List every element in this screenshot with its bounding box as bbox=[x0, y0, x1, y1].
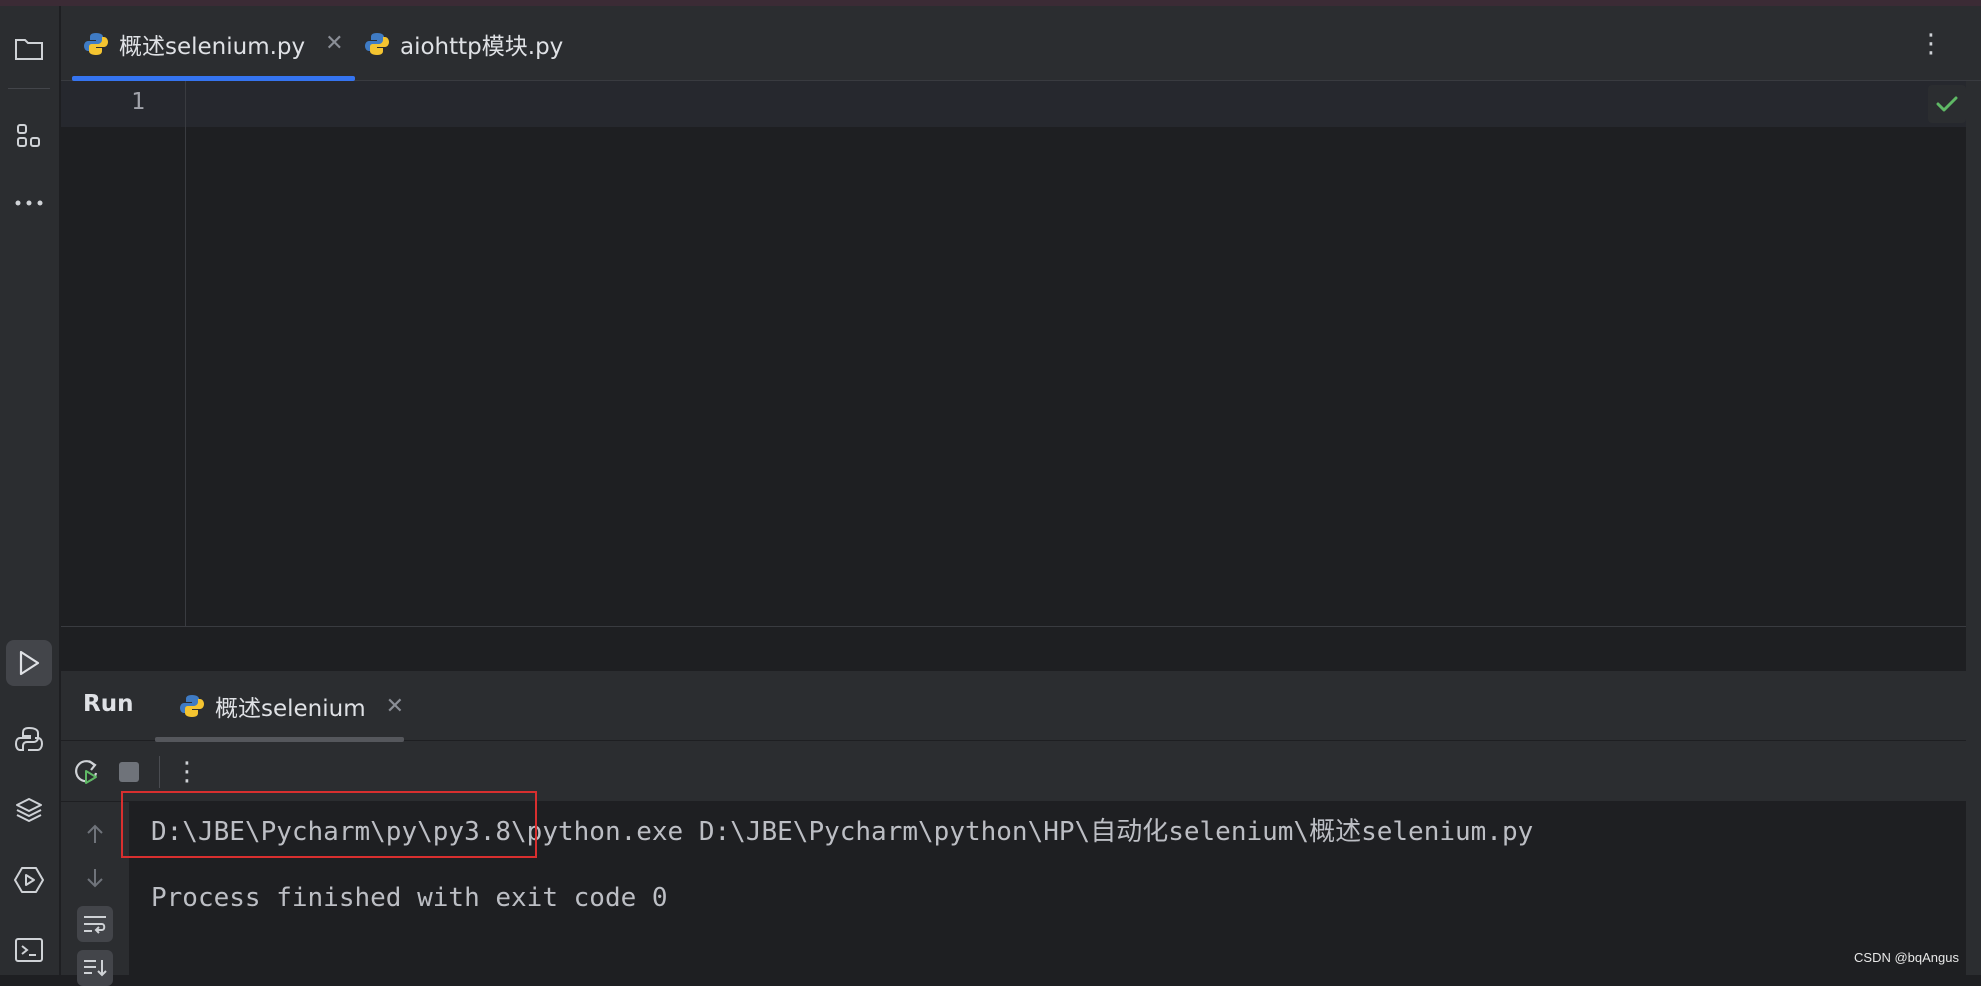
editor-tab-active[interactable]: 概述selenium.py ✕ bbox=[83, 6, 344, 81]
editor-footer bbox=[61, 626, 1966, 671]
current-line-highlight bbox=[61, 81, 1966, 127]
arrow-up-icon[interactable] bbox=[77, 816, 113, 852]
editor-gutter: 1 bbox=[61, 81, 186, 626]
console-line: D:\JBE\Pycharm\py\py3.8\python.exe D:\JB… bbox=[151, 811, 1533, 848]
arrow-down-icon[interactable] bbox=[77, 860, 113, 896]
services-icon[interactable] bbox=[6, 857, 52, 903]
check-icon[interactable] bbox=[1928, 85, 1966, 123]
console-line: Process finished with exit code 0 bbox=[151, 883, 668, 913]
line-number: 1 bbox=[131, 89, 145, 115]
structure-icon[interactable] bbox=[6, 113, 52, 159]
right-scrollbar-track bbox=[1966, 81, 1981, 975]
run-tab-label: 概述selenium bbox=[215, 689, 366, 723]
tab-label: 概述selenium.py bbox=[119, 27, 305, 61]
run-title: Run bbox=[83, 691, 133, 717]
python-icon bbox=[179, 693, 205, 719]
editor-tab[interactable]: aiohttp模块.py bbox=[364, 6, 563, 81]
close-icon[interactable]: ✕ bbox=[325, 31, 343, 56]
close-icon[interactable]: ✕ bbox=[386, 694, 404, 719]
code-editor[interactable]: 1 bbox=[61, 81, 1966, 626]
run-config-tab[interactable]: 概述selenium ✕ bbox=[179, 671, 404, 741]
soft-wrap-icon[interactable] bbox=[77, 906, 113, 942]
scroll-to-end-icon[interactable] bbox=[77, 950, 113, 986]
sidebar-divider bbox=[8, 88, 50, 89]
tab-label: aiohttp模块.py bbox=[400, 27, 563, 61]
rerun-icon[interactable] bbox=[69, 754, 105, 790]
python-icon bbox=[364, 31, 390, 57]
watermark: CSDN @bqAngus bbox=[1854, 950, 1959, 965]
project-folder-icon[interactable] bbox=[6, 26, 52, 72]
more-icon[interactable] bbox=[6, 180, 52, 226]
tool-window-bar bbox=[0, 6, 60, 975]
stop-icon[interactable] bbox=[111, 754, 147, 790]
more-vertical-icon[interactable]: ⋮ bbox=[169, 754, 205, 790]
more-vertical-icon[interactable]: ⋮ bbox=[1921, 28, 1941, 60]
toolbar-divider bbox=[159, 756, 160, 788]
console-output[interactable]: D:\JBE\Pycharm\py\py3.8\python.exe D:\JB… bbox=[129, 802, 1966, 975]
run-toolbar: ⋮ bbox=[61, 742, 1966, 802]
terminal-icon[interactable] bbox=[6, 927, 52, 973]
run-header: Run 概述selenium ✕ bbox=[61, 671, 1966, 741]
run-tool-window: Run 概述selenium ✕ ⋮ bbox=[61, 671, 1966, 975]
console-side-toolbar bbox=[61, 802, 129, 975]
python-icon bbox=[83, 31, 109, 57]
python-console-icon[interactable] bbox=[6, 717, 52, 763]
layers-icon[interactable] bbox=[6, 787, 52, 833]
run-icon[interactable] bbox=[6, 640, 52, 686]
editor-tab-bar: 概述selenium.py ✕ aiohttp模块.py ⋮ bbox=[61, 6, 1981, 81]
